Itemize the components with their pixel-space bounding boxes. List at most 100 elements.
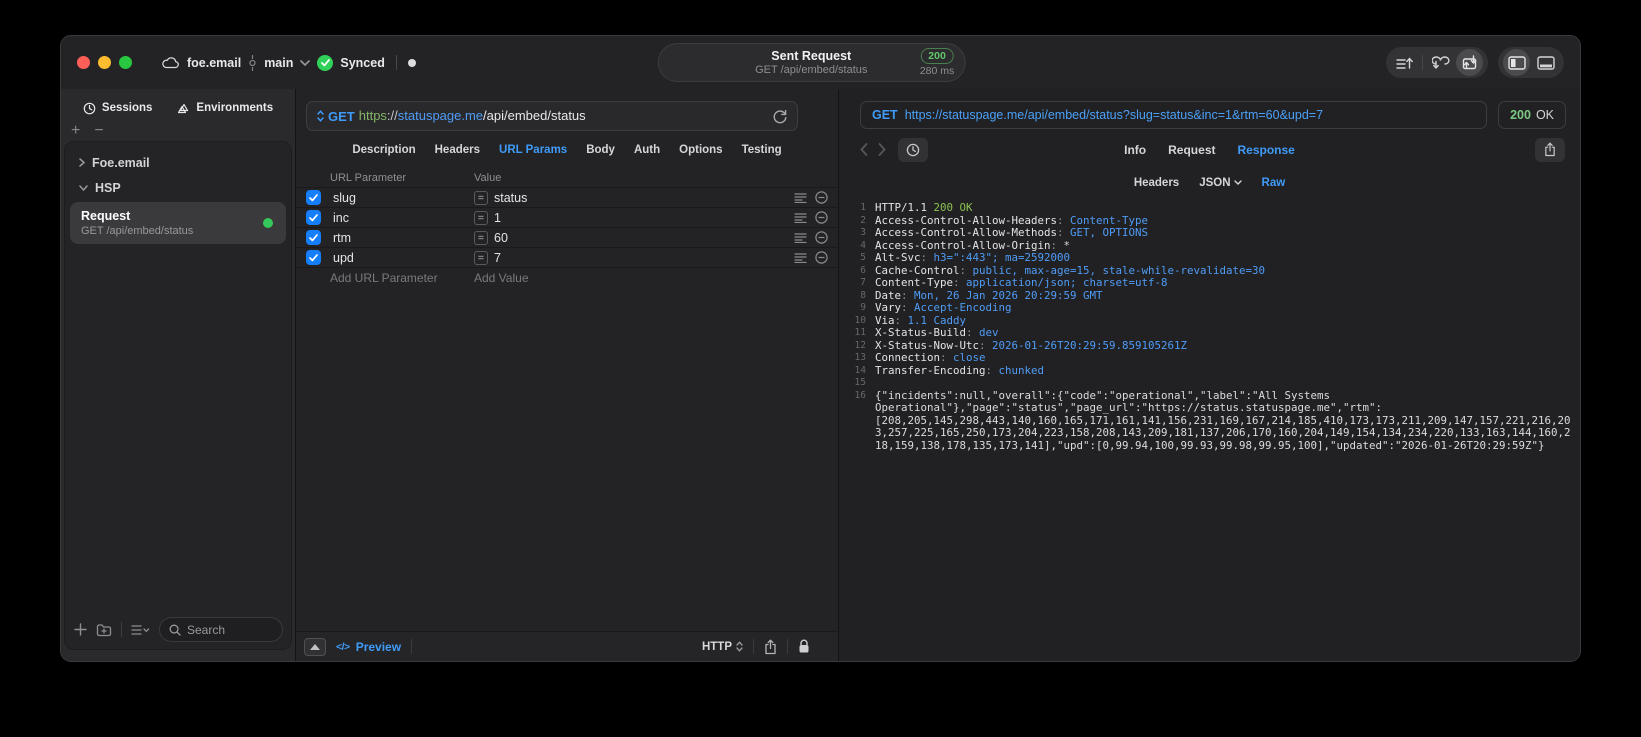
blank-line: 15 (854, 377, 866, 388)
search-input[interactable]: Search (159, 617, 283, 642)
param-checkbox[interactable] (305, 250, 321, 265)
export-lines-icon[interactable] (1391, 49, 1418, 76)
response-request-url[interactable]: GET https://statuspage.me/api/embed/stat… (860, 101, 1488, 129)
response-url-text: https://statuspage.me/api/embed/status?s… (904, 108, 1324, 122)
url-params-table: URL Parameter Value slug = status inc = 1 (296, 169, 838, 288)
remove-circle-icon[interactable] (815, 191, 828, 204)
response-pane: GET https://statuspage.me/api/embed/stat… (839, 89, 1580, 661)
request-item-subtitle: GET /api/embed/status (81, 225, 194, 237)
forward-icon[interactable] (878, 143, 886, 156)
text-lines-icon[interactable] (794, 232, 807, 243)
param-value-field[interactable]: status (494, 191, 527, 205)
tree-item-foe-email[interactable]: Foe.email (65, 150, 291, 175)
tab-body[interactable]: Body (586, 144, 615, 156)
share-icon[interactable] (764, 639, 777, 655)
branch-name[interactable]: main (264, 56, 293, 70)
request-url-bar[interactable]: GET https://statuspage.me/api/embed/stat… (306, 101, 798, 131)
request-url[interactable]: https://statuspage.me/api/embed/status (359, 107, 586, 125)
add-param-name-placeholder[interactable]: Add URL Parameter (330, 271, 474, 285)
sidebar-toggle-icon[interactable] (1503, 49, 1530, 76)
tree-item-label: Foe.email (92, 155, 150, 170)
tab-headers[interactable]: Headers (435, 144, 480, 156)
tab-info[interactable]: Info (1124, 143, 1146, 157)
tab-options[interactable]: Options (679, 144, 722, 156)
lock-icon[interactable] (798, 639, 810, 654)
close-window-button[interactable] (77, 56, 90, 69)
request-status-pill[interactable]: Sent Request GET /api/embed/status 200 2… (657, 43, 966, 82)
param-checkbox[interactable] (305, 190, 321, 205)
param-value-field[interactable]: 60 (494, 231, 508, 245)
tab-environments[interactable]: Environments (176, 102, 273, 115)
text-lines-icon[interactable] (794, 252, 807, 263)
preview-label: Preview (355, 639, 402, 654)
expand-panel-button[interactable] (304, 637, 326, 656)
param-checkbox[interactable] (305, 210, 321, 225)
add-request-icon[interactable] (74, 623, 87, 636)
column-name-header: URL Parameter (330, 172, 407, 184)
tree-item-label: HSP (95, 180, 121, 195)
preview-button[interactable]: </> Preview (336, 640, 401, 654)
text-lines-icon[interactable] (794, 212, 807, 223)
body-line: 16 {"incidents":null,"overall":{"code":"o… (839, 389, 1574, 453)
import-box-icon[interactable] (1456, 49, 1483, 76)
remove-circle-icon[interactable] (815, 251, 828, 264)
add-param-value-placeholder[interactable]: Add Value (474, 271, 782, 285)
text-lines-icon[interactable] (794, 192, 807, 203)
param-name-field[interactable]: inc (330, 211, 474, 225)
add-param-row: Add URL Parameter Add Value (296, 268, 838, 288)
share-response-button[interactable] (1535, 137, 1565, 162)
param-name-field[interactable]: upd (330, 251, 474, 265)
param-name-field[interactable]: rtm (330, 231, 474, 245)
sync-status[interactable]: Synced (340, 56, 384, 70)
remove-circle-icon[interactable] (815, 231, 828, 244)
triangle-up-icon (310, 643, 320, 650)
subtab-raw[interactable]: Raw (1262, 177, 1286, 189)
subtab-headers[interactable]: Headers (1134, 177, 1179, 189)
param-row: inc = 1 (296, 208, 838, 228)
history-clock-button[interactable] (898, 137, 928, 162)
param-name-field[interactable]: slug (330, 191, 474, 205)
bottom-panel-toggle-icon[interactable] (1532, 49, 1559, 76)
response-raw-view[interactable]: 1 HTTP/1.1 200 OK 2 Access-Control-Allow-He… (839, 195, 1580, 661)
add-icon[interactable]: + (71, 122, 80, 140)
remove-icon[interactable]: − (94, 122, 103, 140)
project-name[interactable]: foe.email (187, 56, 241, 70)
minimize-window-button[interactable] (98, 56, 111, 69)
param-value-field[interactable]: 1 (494, 211, 501, 225)
param-row: slug = status (296, 188, 838, 208)
status-code-badge: 200 (920, 48, 954, 64)
footer-divider (753, 639, 754, 654)
tab-url-params[interactable]: URL Params (499, 144, 567, 156)
chevron-right-icon[interactable] (79, 158, 85, 167)
chevron-down-icon[interactable] (79, 184, 88, 191)
params-header-row: URL Parameter Value (296, 169, 838, 188)
tab-description[interactable]: Description (352, 144, 415, 156)
response-subtabs: Headers JSON Raw (839, 170, 1580, 195)
tab-request[interactable]: Request (1168, 143, 1215, 157)
tab-testing[interactable]: Testing (742, 144, 782, 156)
add-folder-icon[interactable] (96, 623, 112, 637)
pull-loop-icon[interactable] (1427, 49, 1454, 76)
sidebar-add-remove: + − (61, 121, 295, 141)
refresh-icon[interactable] (773, 109, 787, 124)
request-list-item-selected[interactable]: Request GET /api/embed/status (70, 202, 286, 244)
tree-item-hsp[interactable]: HSP (65, 175, 291, 200)
zoom-window-button[interactable] (119, 56, 132, 69)
param-value-field[interactable]: 7 (494, 251, 501, 265)
protocol-label: HTTP (701, 640, 732, 653)
pill-title: Sent Request (771, 48, 852, 63)
list-view-icon[interactable] (131, 624, 150, 636)
remove-circle-icon[interactable] (815, 211, 828, 224)
tab-response[interactable]: Response (1237, 143, 1294, 157)
back-icon[interactable] (860, 143, 868, 156)
param-checkbox[interactable] (305, 230, 321, 245)
method-selector[interactable]: GET (317, 109, 355, 124)
tab-sessions[interactable]: Sessions (83, 102, 152, 115)
chevron-down-icon (1233, 180, 1242, 185)
tab-auth[interactable]: Auth (634, 144, 660, 156)
line-number: 1 (860, 202, 866, 213)
protocol-selector[interactable]: HTTP (702, 641, 743, 653)
column-value-header: Value (474, 172, 502, 184)
branch-chevron-down-icon[interactable] (300, 59, 311, 66)
subtab-json[interactable]: JSON (1199, 177, 1242, 189)
